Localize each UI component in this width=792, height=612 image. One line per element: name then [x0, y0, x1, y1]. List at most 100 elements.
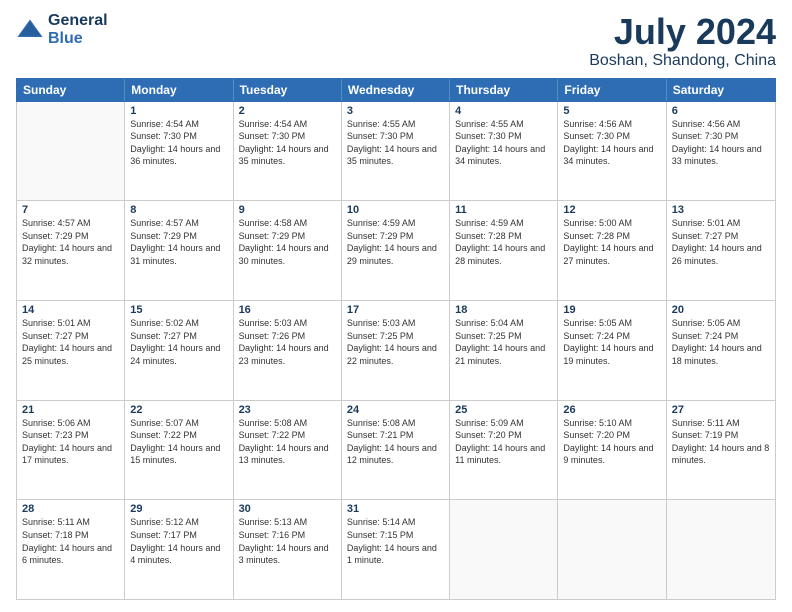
day-info: Sunrise: 4:54 AMSunset: 7:30 PMDaylight:… — [130, 118, 227, 168]
day-info: Sunrise: 4:55 AMSunset: 7:30 PMDaylight:… — [347, 118, 444, 168]
day-info: Sunrise: 5:01 AMSunset: 7:27 PMDaylight:… — [672, 217, 770, 267]
calendar-cell: 25Sunrise: 5:09 AMSunset: 7:20 PMDayligh… — [450, 401, 558, 500]
day-number: 17 — [347, 304, 444, 316]
header: General Blue July 2024 Boshan, Shandong,… — [16, 12, 776, 70]
calendar-cell: 6Sunrise: 4:56 AMSunset: 7:30 PMDaylight… — [667, 102, 775, 201]
day-number: 2 — [239, 105, 336, 117]
day-info: Sunrise: 5:10 AMSunset: 7:20 PMDaylight:… — [563, 417, 660, 467]
day-info: Sunrise: 5:09 AMSunset: 7:20 PMDaylight:… — [455, 417, 552, 467]
day-info: Sunrise: 4:58 AMSunset: 7:29 PMDaylight:… — [239, 217, 336, 267]
title-block: July 2024 Boshan, Shandong, China — [589, 12, 776, 70]
logo: General Blue — [16, 12, 108, 48]
day-info: Sunrise: 5:05 AMSunset: 7:24 PMDaylight:… — [563, 317, 660, 367]
day-number: 12 — [563, 204, 660, 216]
day-number: 20 — [672, 304, 770, 316]
main-title: July 2024 — [589, 12, 776, 52]
logo-text: General Blue — [48, 12, 108, 48]
day-number: 18 — [455, 304, 552, 316]
calendar-cell: 24Sunrise: 5:08 AMSunset: 7:21 PMDayligh… — [342, 401, 450, 500]
day-info: Sunrise: 5:05 AMSunset: 7:24 PMDaylight:… — [672, 317, 770, 367]
day-number: 21 — [22, 404, 119, 416]
subtitle: Boshan, Shandong, China — [589, 52, 776, 70]
calendar-cell: 14Sunrise: 5:01 AMSunset: 7:27 PMDayligh… — [17, 301, 125, 400]
day-info: Sunrise: 5:13 AMSunset: 7:16 PMDaylight:… — [239, 516, 336, 566]
calendar-cell: 4Sunrise: 4:55 AMSunset: 7:30 PMDaylight… — [450, 102, 558, 201]
calendar-cell: 17Sunrise: 5:03 AMSunset: 7:25 PMDayligh… — [342, 301, 450, 400]
calendar-cell: 19Sunrise: 5:05 AMSunset: 7:24 PMDayligh… — [558, 301, 666, 400]
day-number: 19 — [563, 304, 660, 316]
day-info: Sunrise: 4:59 AMSunset: 7:29 PMDaylight:… — [347, 217, 444, 267]
day-number: 11 — [455, 204, 552, 216]
calendar-row: 28Sunrise: 5:11 AMSunset: 7:18 PMDayligh… — [17, 500, 775, 599]
day-info: Sunrise: 5:01 AMSunset: 7:27 PMDaylight:… — [22, 317, 119, 367]
day-info: Sunrise: 5:06 AMSunset: 7:23 PMDaylight:… — [22, 417, 119, 467]
day-info: Sunrise: 5:12 AMSunset: 7:17 PMDaylight:… — [130, 516, 227, 566]
day-number: 15 — [130, 304, 227, 316]
calendar-cell: 5Sunrise: 4:56 AMSunset: 7:30 PMDaylight… — [558, 102, 666, 201]
calendar-cell — [17, 102, 125, 201]
day-info: Sunrise: 4:54 AMSunset: 7:30 PMDaylight:… — [239, 118, 336, 168]
day-number: 31 — [347, 503, 444, 515]
day-info: Sunrise: 5:08 AMSunset: 7:22 PMDaylight:… — [239, 417, 336, 467]
day-info: Sunrise: 4:55 AMSunset: 7:30 PMDaylight:… — [455, 118, 552, 168]
day-number: 26 — [563, 404, 660, 416]
day-number: 13 — [672, 204, 770, 216]
calendar-cell: 29Sunrise: 5:12 AMSunset: 7:17 PMDayligh… — [125, 500, 233, 599]
day-info: Sunrise: 5:08 AMSunset: 7:21 PMDaylight:… — [347, 417, 444, 467]
day-number: 4 — [455, 105, 552, 117]
page: General Blue July 2024 Boshan, Shandong,… — [0, 0, 792, 612]
day-info: Sunrise: 5:07 AMSunset: 7:22 PMDaylight:… — [130, 417, 227, 467]
calendar: SundayMondayTuesdayWednesdayThursdayFrid… — [16, 78, 776, 600]
calendar-header: SundayMondayTuesdayWednesdayThursdayFrid… — [16, 78, 776, 102]
calendar-cell: 26Sunrise: 5:10 AMSunset: 7:20 PMDayligh… — [558, 401, 666, 500]
day-info: Sunrise: 4:56 AMSunset: 7:30 PMDaylight:… — [672, 118, 770, 168]
calendar-row: 21Sunrise: 5:06 AMSunset: 7:23 PMDayligh… — [17, 401, 775, 501]
calendar-cell: 8Sunrise: 4:57 AMSunset: 7:29 PMDaylight… — [125, 201, 233, 300]
day-number: 16 — [239, 304, 336, 316]
calendar-cell: 1Sunrise: 4:54 AMSunset: 7:30 PMDaylight… — [125, 102, 233, 201]
day-info: Sunrise: 5:03 AMSunset: 7:26 PMDaylight:… — [239, 317, 336, 367]
calendar-cell: 13Sunrise: 5:01 AMSunset: 7:27 PMDayligh… — [667, 201, 775, 300]
day-info: Sunrise: 5:04 AMSunset: 7:25 PMDaylight:… — [455, 317, 552, 367]
calendar-cell — [558, 500, 666, 599]
day-number: 22 — [130, 404, 227, 416]
calendar-cell — [667, 500, 775, 599]
day-number: 8 — [130, 204, 227, 216]
day-number: 6 — [672, 105, 770, 117]
day-number: 1 — [130, 105, 227, 117]
day-info: Sunrise: 5:11 AMSunset: 7:19 PMDaylight:… — [672, 417, 770, 467]
day-number: 9 — [239, 204, 336, 216]
calendar-cell: 10Sunrise: 4:59 AMSunset: 7:29 PMDayligh… — [342, 201, 450, 300]
weekday-header: Monday — [125, 79, 233, 101]
calendar-cell: 31Sunrise: 5:14 AMSunset: 7:15 PMDayligh… — [342, 500, 450, 599]
day-info: Sunrise: 4:56 AMSunset: 7:30 PMDaylight:… — [563, 118, 660, 168]
calendar-cell: 30Sunrise: 5:13 AMSunset: 7:16 PMDayligh… — [234, 500, 342, 599]
calendar-cell: 28Sunrise: 5:11 AMSunset: 7:18 PMDayligh… — [17, 500, 125, 599]
calendar-cell: 3Sunrise: 4:55 AMSunset: 7:30 PMDaylight… — [342, 102, 450, 201]
day-info: Sunrise: 4:57 AMSunset: 7:29 PMDaylight:… — [22, 217, 119, 267]
calendar-cell: 2Sunrise: 4:54 AMSunset: 7:30 PMDaylight… — [234, 102, 342, 201]
day-number: 25 — [455, 404, 552, 416]
calendar-cell — [450, 500, 558, 599]
day-number: 14 — [22, 304, 119, 316]
day-info: Sunrise: 5:02 AMSunset: 7:27 PMDaylight:… — [130, 317, 227, 367]
weekday-header: Sunday — [17, 79, 125, 101]
calendar-cell: 20Sunrise: 5:05 AMSunset: 7:24 PMDayligh… — [667, 301, 775, 400]
calendar-cell: 16Sunrise: 5:03 AMSunset: 7:26 PMDayligh… — [234, 301, 342, 400]
calendar-cell: 22Sunrise: 5:07 AMSunset: 7:22 PMDayligh… — [125, 401, 233, 500]
day-info: Sunrise: 5:00 AMSunset: 7:28 PMDaylight:… — [563, 217, 660, 267]
calendar-cell: 7Sunrise: 4:57 AMSunset: 7:29 PMDaylight… — [17, 201, 125, 300]
day-number: 5 — [563, 105, 660, 117]
calendar-cell: 12Sunrise: 5:00 AMSunset: 7:28 PMDayligh… — [558, 201, 666, 300]
calendar-cell: 21Sunrise: 5:06 AMSunset: 7:23 PMDayligh… — [17, 401, 125, 500]
day-number: 30 — [239, 503, 336, 515]
day-number: 10 — [347, 204, 444, 216]
weekday-header: Saturday — [667, 79, 775, 101]
calendar-row: 1Sunrise: 4:54 AMSunset: 7:30 PMDaylight… — [17, 102, 775, 202]
weekday-header: Wednesday — [342, 79, 450, 101]
calendar-cell: 23Sunrise: 5:08 AMSunset: 7:22 PMDayligh… — [234, 401, 342, 500]
calendar-row: 7Sunrise: 4:57 AMSunset: 7:29 PMDaylight… — [17, 201, 775, 301]
day-info: Sunrise: 5:03 AMSunset: 7:25 PMDaylight:… — [347, 317, 444, 367]
calendar-body: 1Sunrise: 4:54 AMSunset: 7:30 PMDaylight… — [16, 102, 776, 600]
day-number: 23 — [239, 404, 336, 416]
